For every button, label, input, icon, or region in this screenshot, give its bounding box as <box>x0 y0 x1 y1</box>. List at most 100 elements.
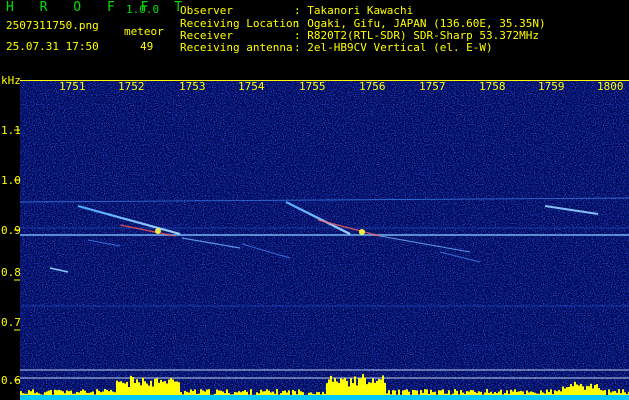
histogram-base-bar <box>356 395 358 400</box>
histogram-peak-bar <box>126 381 128 395</box>
histogram-base-bar <box>566 395 568 400</box>
histogram-peak-bar <box>208 389 210 395</box>
histogram-base-bar <box>156 395 158 400</box>
histogram-base-bar <box>292 395 294 400</box>
histogram-peak-bar <box>538 393 540 395</box>
histogram-base-bar <box>490 395 492 400</box>
histogram-base-bar <box>286 395 288 400</box>
histogram-base-bar <box>380 395 382 400</box>
histogram-peak-bar <box>558 389 560 395</box>
histogram-peak-bar <box>244 390 246 395</box>
histogram-peak-bar <box>298 389 300 395</box>
histogram-peak-bar <box>232 394 234 395</box>
x-tick-1756: 1756 <box>359 80 386 93</box>
histogram-base-bar <box>230 395 232 400</box>
histogram-base-bar <box>332 395 334 400</box>
histogram-peak-bar <box>268 390 270 395</box>
histogram-peak-bar <box>276 389 278 395</box>
histogram-peak-bar <box>70 390 72 395</box>
histogram-base-bar <box>502 395 504 400</box>
histogram-base-bar <box>354 395 356 400</box>
histogram-peak-bar <box>578 385 580 395</box>
histogram-peak-bar <box>162 381 164 395</box>
histogram-base-bar <box>422 395 424 400</box>
histogram-peak-bar <box>466 391 468 395</box>
histogram-peak-bar <box>272 391 274 395</box>
histogram-base-bar <box>614 395 616 400</box>
histogram-peak-bar <box>112 391 114 395</box>
histogram-base-bar <box>284 395 286 400</box>
histogram-base-bar <box>370 395 372 400</box>
histogram-base-bar <box>234 395 236 400</box>
histogram-base-bar <box>436 395 438 400</box>
histogram-base-bar <box>172 395 174 400</box>
histogram-base-bar <box>548 395 550 400</box>
histogram-peak-bar <box>540 390 542 395</box>
histogram-peak-bar <box>270 392 272 395</box>
histogram-base-bar <box>218 395 220 400</box>
histogram-peak-bar <box>382 375 384 395</box>
histogram-base-bar <box>38 395 40 400</box>
histogram-base-bar <box>82 395 84 400</box>
histogram-peak-bar <box>158 382 160 395</box>
histogram-base-bar <box>584 395 586 400</box>
histogram-base-bar <box>36 395 38 400</box>
histogram-peak-bar <box>106 389 108 395</box>
histogram-base-bar <box>192 395 194 400</box>
histogram-peak-bar <box>138 382 140 395</box>
histogram-peak-bar <box>238 391 240 395</box>
histogram-base-bar <box>588 395 590 400</box>
histogram-peak-bar <box>180 392 182 395</box>
histogram-peak-bar <box>428 393 430 395</box>
histogram-peak-bar <box>442 389 444 395</box>
histogram-peak-bar <box>532 392 534 395</box>
histogram-peak-bar <box>198 393 200 395</box>
histogram-base-bar <box>420 395 422 400</box>
histogram-base-bar <box>444 395 446 400</box>
histogram-base-bar <box>430 395 432 400</box>
histogram-peak-bar <box>380 379 382 395</box>
histogram-base-bar <box>596 395 598 400</box>
histogram-base-bar <box>244 395 246 400</box>
histogram-peak-bar <box>328 379 330 395</box>
histogram-base-bar <box>466 395 468 400</box>
x-tick-1755: 1755 <box>299 80 326 93</box>
histogram-base-bar <box>504 395 506 400</box>
histogram-peak-bar <box>44 392 46 395</box>
histogram-peak-bar <box>142 377 144 395</box>
histogram-base-bar <box>174 395 176 400</box>
histogram-peak-bar <box>520 390 522 395</box>
histogram-peak-bar <box>314 394 316 395</box>
histogram-base-bar <box>414 395 416 400</box>
histogram-peak-bar <box>378 378 380 395</box>
histogram-base-bar <box>316 395 318 400</box>
histogram-base-bar <box>322 395 324 400</box>
y-axis-unit: kHz <box>1 74 21 87</box>
histogram-peak-bar <box>140 385 142 395</box>
histogram-base-bar <box>326 395 328 400</box>
histogram-peak-bar <box>494 391 496 395</box>
histogram-base-bar <box>178 395 180 400</box>
histogram-base-bar <box>418 395 420 400</box>
histogram-base-bar <box>300 395 302 400</box>
histogram-peak-bar <box>498 391 500 395</box>
histogram-peak-bar <box>386 393 388 395</box>
histogram-peak-bar <box>348 386 350 395</box>
histogram-base-bar <box>482 395 484 400</box>
histogram-base-bar <box>60 395 62 400</box>
histogram-base-bar <box>368 395 370 400</box>
histogram-peak-bar <box>560 391 562 395</box>
histogram-peak-bar <box>124 383 126 395</box>
histogram-base-bar <box>446 395 448 400</box>
histogram-peak-bar <box>230 394 232 395</box>
histogram-peak-bar <box>260 389 262 395</box>
histogram-base-bar <box>554 395 556 400</box>
histogram-peak-bar <box>610 392 612 395</box>
histogram-base-bar <box>34 395 36 400</box>
histogram-peak-bar <box>160 379 162 395</box>
histogram-peak-bar <box>186 391 188 395</box>
histogram-base-bar <box>86 395 88 400</box>
histogram-base-bar <box>512 395 514 400</box>
histogram-base-bar <box>54 395 56 400</box>
histogram-base-bar <box>532 395 534 400</box>
